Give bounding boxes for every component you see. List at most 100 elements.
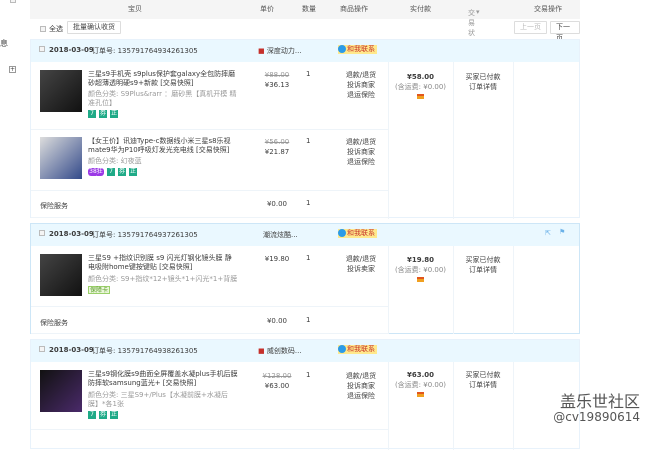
- product-title[interactable]: 三星s9钢化膜s9曲面全屏覆盖水凝plus手机后膜防摔软samsung蓝光+ […: [88, 370, 238, 388]
- order-card: 2018-03-09 订单号: 135791764937261305 潮流炫酷.…: [30, 223, 580, 334]
- order-detail-link[interactable]: 订单详情: [469, 381, 497, 389]
- insurance-row: 保险服务 ¥0.00 1: [31, 191, 388, 218]
- contact-seller-button[interactable]: 和我联系: [338, 45, 377, 54]
- order-detail-link[interactable]: 订单详情: [469, 83, 497, 91]
- shop-icon: ■: [258, 347, 265, 355]
- product-image[interactable]: [40, 137, 82, 179]
- chevron-down-icon: ▾: [476, 8, 480, 16]
- coupon-icon: 券: [118, 168, 126, 176]
- unit-price: ¥21.87: [264, 148, 290, 156]
- contact-seller-button[interactable]: 和我联系: [338, 345, 377, 354]
- seven-day-return-icon: 7: [107, 168, 115, 176]
- product-sku: 颜色分类: 三星S9+/Plus【水凝前膜+水凝后膜】*各1张: [88, 391, 228, 408]
- contact-seller-button[interactable]: 和我联系: [338, 229, 377, 238]
- shop-icon: ■: [258, 47, 265, 55]
- complain-link[interactable]: 投诉商家: [347, 382, 375, 390]
- batch-confirm-button[interactable]: 批量确认收货: [67, 21, 121, 34]
- quantity: 1: [306, 70, 311, 78]
- watermark-title: 盖乐世社区: [559, 392, 640, 411]
- col-item: 宝贝: [128, 5, 142, 13]
- quantity: 1: [306, 371, 311, 379]
- credit-card-icon: [417, 277, 424, 282]
- order-detail-link[interactable]: 订单详情: [469, 266, 497, 274]
- genuine-icon: 正: [129, 168, 137, 176]
- shop-link[interactable]: ■ 深度动力...: [258, 46, 302, 56]
- return-insurance-link[interactable]: 退运保险: [347, 91, 375, 99]
- original-price: ¥88.00: [264, 71, 290, 79]
- unit-price: ¥63.00: [264, 382, 290, 390]
- genuine-icon: 正: [110, 411, 118, 419]
- return-insurance-link[interactable]: 退运保险: [347, 158, 375, 166]
- insurance-price: ¥0.00: [266, 317, 288, 325]
- product-title[interactable]: 【女王价】讯迪Type-c数据线小米三星s8乐视mate9华为P10呼吸灯发光充…: [88, 137, 238, 155]
- flag-icon[interactable]: ⚑: [559, 228, 565, 236]
- side-label: 息: [0, 39, 8, 48]
- prev-page-button[interactable]: 上一页: [514, 21, 547, 34]
- order-status: 买家已付款: [465, 371, 501, 379]
- toolbar: 全选 批量确认收货 上一页 下一页: [30, 20, 580, 42]
- insurance-row: 保险服务 ¥0.00 1: [31, 307, 388, 334]
- order-card: 2018-03-09 订单号: 135791764934261305 ■ 深度动…: [30, 39, 580, 219]
- product-sku: 颜色分类: S9+指纹*12+镜头*1+闪光*1+背膜: [88, 275, 238, 283]
- shop-name: 威创数码...: [266, 347, 302, 355]
- complain-link[interactable]: 投诉商家: [347, 81, 375, 89]
- quantity: 1: [306, 137, 311, 145]
- order-item: 三星S9 +指纹识别膜 s9 闪光灯钢化镜头膜 静电吸附home键按键贴 [交易…: [31, 246, 388, 307]
- seven-day-return-icon: 7: [88, 110, 96, 118]
- original-price: ¥128.00: [262, 372, 292, 380]
- order-card: 2018-03-09 订单号: 135791764938261305 ■ 威创数…: [30, 339, 580, 450]
- paid-amount: ¥58.00: [406, 73, 434, 81]
- product-image[interactable]: [40, 70, 82, 112]
- refund-link[interactable]: 退款/退货: [346, 71, 376, 79]
- shop-name: 深度动力...: [266, 47, 302, 55]
- order-header: 2018-03-09 订单号: 135791764937261305 潮流炫酷.…: [31, 224, 579, 246]
- refund-link[interactable]: 退款/退货: [346, 372, 376, 380]
- expand-icon[interactable]: +: [9, 66, 16, 73]
- top-checkbox[interactable]: [10, 0, 16, 3]
- paid-amount: ¥63.00: [406, 371, 434, 379]
- shipping-fee: (含运费: ¥0.00): [394, 266, 447, 274]
- original-price: ¥56.00: [264, 138, 290, 146]
- coupon-icon: 券: [99, 411, 107, 419]
- insurance-qty: 1: [306, 316, 311, 324]
- order-date: 2018-03-09: [49, 230, 94, 238]
- select-all-checkbox[interactable]: [40, 26, 46, 32]
- col-ops: 商品操作: [340, 5, 368, 13]
- order-date: 2018-03-09: [49, 46, 94, 54]
- select-all[interactable]: 全选: [40, 24, 63, 34]
- complain-link[interactable]: 投诉卖家: [347, 265, 375, 273]
- order-item: 三星s9手机壳 s9plus保护套galaxy全包防摔磨砂超薄透明硬s9+新款 …: [31, 62, 388, 130]
- product-image[interactable]: [40, 254, 82, 296]
- table-header: 宝贝 单价 数量 商品操作 实付款 交易状态 ▾ 交易操作: [30, 0, 580, 47]
- complain-link[interactable]: 投诉商家: [347, 148, 375, 156]
- col-paid: 实付款: [410, 5, 431, 13]
- order-item: 三星s9钢化膜s9曲面全屏覆盖水凝plus手机后膜防摔软samsung蓝光+ […: [31, 362, 388, 430]
- refund-link[interactable]: 退款/退货: [346, 255, 376, 263]
- shop-link[interactable]: 潮流炫酷...: [263, 230, 298, 240]
- unit-price: ¥36.13: [264, 81, 290, 89]
- return-insurance-link[interactable]: 退运保险: [347, 392, 375, 400]
- order-item: 【女王价】讯迪Type-c数据线小米三星s8乐视mate9华为P10呼吸灯发光充…: [31, 130, 388, 191]
- select-all-label: 全选: [49, 25, 63, 33]
- product-title[interactable]: 三星s9手机壳 s9plus保护套galaxy全包防摔磨砂超薄透明硬s9+新款 …: [88, 70, 238, 88]
- shop-link[interactable]: ■ 威创数码...: [258, 346, 302, 356]
- shipping-fee: (含运费: ¥0.00): [394, 83, 447, 91]
- order-checkbox[interactable]: [39, 46, 45, 52]
- col-trade-ops: 交易操作: [534, 5, 562, 13]
- unit-price: ¥19.80: [264, 255, 290, 263]
- promo-badge: 38狂欢: [88, 168, 104, 183]
- next-page-button[interactable]: 下一页: [550, 21, 580, 42]
- order-checkbox[interactable]: [39, 346, 45, 352]
- product-sku: 颜色分类: S9Plus&rarr ：磨砂黑【真机开模 精准孔位】: [88, 90, 237, 107]
- product-title[interactable]: 三星S9 +指纹识别膜 s9 闪光灯钢化镜头膜 静电吸附home键按键贴 [交易…: [88, 254, 238, 272]
- refund-link[interactable]: 退款/退货: [346, 138, 376, 146]
- insurance-qty: 1: [306, 199, 311, 207]
- coupon-icon: 券: [99, 110, 107, 118]
- order-checkbox[interactable]: [39, 230, 45, 236]
- order-header: 2018-03-09 订单号: 135791764938261305 ■ 威创数…: [31, 340, 579, 362]
- insurance-price: ¥0.00: [266, 200, 288, 208]
- share-icon[interactable]: ⇱: [545, 229, 551, 237]
- shipping-fee: (含运费: ¥0.00): [394, 381, 447, 389]
- product-image[interactable]: [40, 370, 82, 412]
- guarantee-card-badge: 保障卡: [88, 286, 110, 294]
